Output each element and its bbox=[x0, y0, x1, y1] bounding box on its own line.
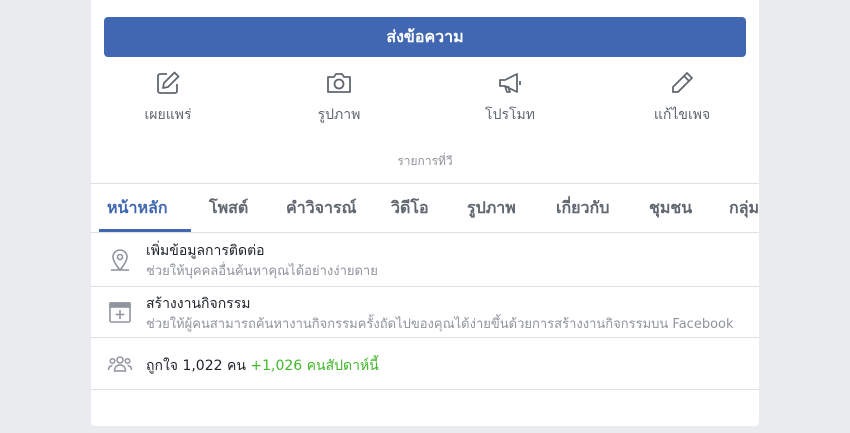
camera-icon bbox=[327, 73, 351, 93]
promote-action[interactable]: โปรโมท bbox=[450, 70, 570, 126]
people-icon bbox=[107, 356, 133, 372]
pencil-icon bbox=[672, 72, 693, 93]
tab-about[interactable]: เกี่ยวกับ bbox=[556, 184, 609, 232]
tab-community[interactable]: ชุมชน bbox=[649, 184, 692, 232]
add-contact-info-subtitle: ช่วยให้บุคคลอื่นค้นหาคุณได้อย่างง่ายดาย bbox=[146, 264, 378, 279]
send-message-button[interactable]: ส่งข้อความ bbox=[104, 17, 746, 57]
photo-action-label: รูปภาพ bbox=[317, 107, 361, 123]
likes-count: ถูกใจ 1,022 คน bbox=[146, 358, 246, 374]
edit-page-action-label: แก้ไขเพจ bbox=[653, 107, 711, 123]
add-contact-info-title: เพิ่มข้อมูลการติดต่อ bbox=[146, 243, 265, 259]
likes-weekly-gain: +1,026 คนสัปดาห์นี้ bbox=[250, 358, 379, 374]
tab-videos[interactable]: วิดีโอ bbox=[391, 184, 429, 232]
promote-action-label: โปรโมท bbox=[485, 107, 535, 123]
calendar-add-icon bbox=[109, 302, 131, 323]
add-contact-info-row[interactable]: เพิ่มข้อมูลการติดต่อ ช่วยให้บุคคลอื่นค้น… bbox=[91, 232, 759, 287]
page-actions-bar: เผยแพร่ รูปภาพ โปรโมท แก้ไขเพจ bbox=[91, 70, 759, 130]
create-event-subtitle: ช่วยให้ผู้คนสามารถค้นหางานกิจกรรมครั้งถั… bbox=[146, 317, 734, 332]
recommend-text: รายการที่วี bbox=[397, 154, 453, 168]
tab-groups[interactable]: กลุ่ม bbox=[729, 184, 759, 232]
tab-posts[interactable]: โพสต์ bbox=[209, 184, 248, 232]
page-tabs: หน้าหลัก โพสต์ คำวิจารณ์ วิดีโอ รูปภาพ เ… bbox=[91, 183, 759, 233]
photo-action[interactable]: รูปภาพ bbox=[279, 70, 399, 126]
publish-action[interactable]: เผยแพร่ bbox=[108, 70, 228, 126]
tab-home[interactable]: หน้าหลัก bbox=[107, 184, 168, 232]
create-event-row[interactable]: สร้างงานกิจกรรม ช่วยให้ผู้คนสามารถค้นหาง… bbox=[91, 287, 759, 338]
tab-reviews[interactable]: คำวิจารณ์ bbox=[286, 184, 356, 232]
page-card: ส่งข้อความ เผยแพร่ รูปภาพ โปรโมท แก้ไขเพ… bbox=[91, 0, 759, 426]
edit-page-action[interactable]: แก้ไขเพจ bbox=[622, 70, 742, 126]
megaphone-icon bbox=[499, 73, 521, 93]
likes-row: ถูกใจ 1,022 คน +1,026 คนสัปดาห์นี้ bbox=[91, 338, 759, 390]
create-event-title: สร้างงานกิจกรรม bbox=[146, 296, 251, 312]
publish-action-label: เผยแพร่ bbox=[144, 107, 192, 123]
edit-icon bbox=[157, 71, 180, 94]
likes-summary: ถูกใจ 1,022 คน +1,026 คนสัปดาห์นี้ bbox=[146, 355, 379, 377]
tab-photos[interactable]: รูปภาพ bbox=[467, 184, 516, 232]
location-pin-icon bbox=[111, 249, 129, 272]
